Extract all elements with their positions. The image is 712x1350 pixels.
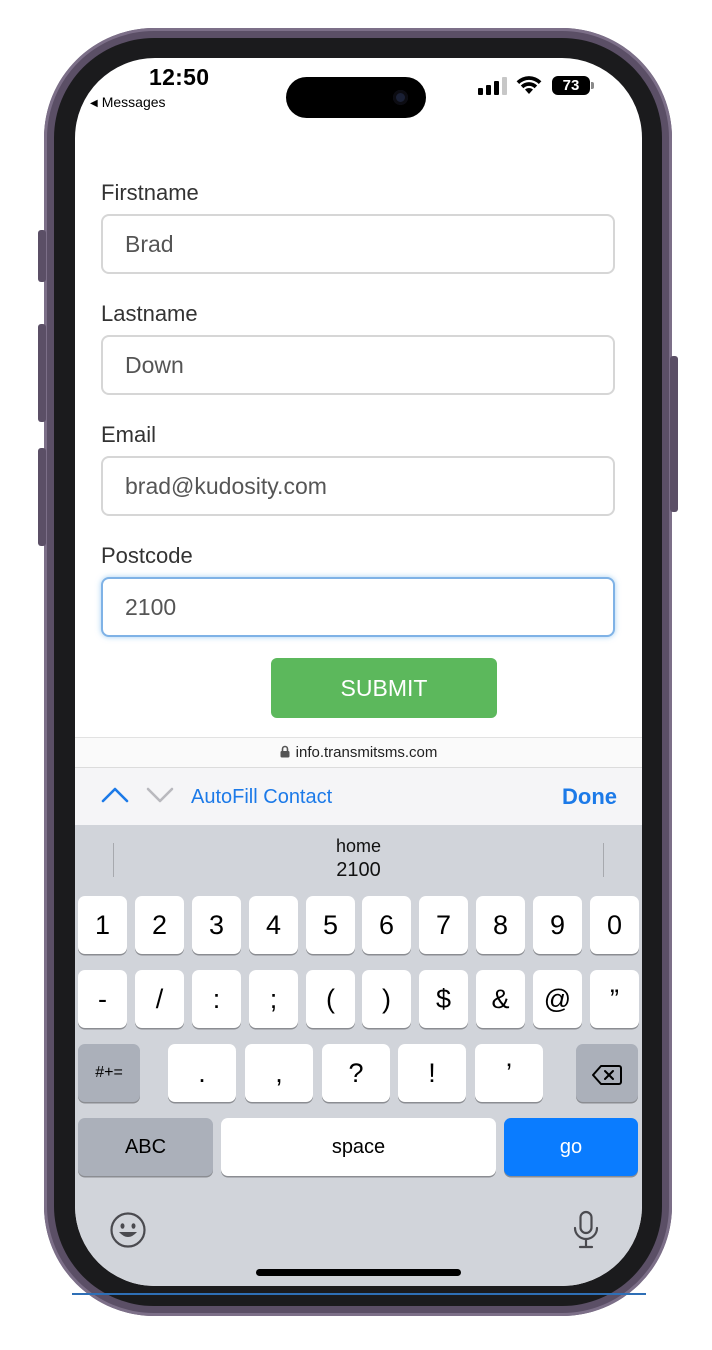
key-abc[interactable]: ABC bbox=[78, 1118, 213, 1176]
emoji-icon[interactable] bbox=[109, 1211, 147, 1249]
space-key[interactable]: space bbox=[221, 1118, 496, 1176]
key-1[interactable]: 1 bbox=[78, 896, 127, 954]
key-apostrophe[interactable]: ’ bbox=[475, 1044, 543, 1102]
keyboard-accessory-bar: AutoFill Contact Done bbox=[75, 767, 642, 826]
key-8[interactable]: 8 bbox=[476, 896, 525, 954]
chevron-down-icon[interactable] bbox=[146, 786, 174, 804]
key-open-paren[interactable]: ( bbox=[306, 970, 355, 1028]
battery-cap bbox=[591, 82, 594, 89]
back-to-messages-link[interactable]: ◀ Messages bbox=[90, 94, 166, 110]
key-hyphen[interactable]: - bbox=[78, 970, 127, 1028]
firstname-input[interactable]: Brad bbox=[101, 214, 615, 274]
lock-icon bbox=[280, 745, 290, 758]
key-9[interactable]: 9 bbox=[533, 896, 582, 954]
wifi-icon bbox=[516, 76, 542, 94]
key-0[interactable]: 0 bbox=[590, 896, 639, 954]
battery-icon: 73 bbox=[552, 76, 590, 95]
back-triangle-icon: ◀ bbox=[90, 98, 98, 109]
dynamic-island bbox=[286, 77, 426, 118]
front-camera bbox=[393, 90, 408, 105]
action-button bbox=[38, 230, 46, 282]
power-button bbox=[670, 356, 678, 512]
suggestion-value: 2100 bbox=[336, 859, 381, 881]
key-colon[interactable]: : bbox=[192, 970, 241, 1028]
done-button[interactable]: Done bbox=[562, 784, 617, 810]
back-label: Messages bbox=[101, 94, 166, 110]
postcode-label: Postcode bbox=[101, 543, 193, 568]
key-7[interactable]: 7 bbox=[419, 896, 468, 954]
key-slash[interactable]: / bbox=[135, 970, 184, 1028]
key-symbols[interactable]: #+= bbox=[78, 1044, 140, 1102]
key-exclamation[interactable]: ! bbox=[398, 1044, 466, 1102]
suggestion-title: home bbox=[335, 836, 382, 856]
key-semicolon[interactable]: ; bbox=[249, 970, 298, 1028]
key-ampersand[interactable]: & bbox=[476, 970, 525, 1028]
autofill-suggestion-bar: home 2100 bbox=[75, 825, 642, 891]
key-close-paren[interactable]: ) bbox=[362, 970, 411, 1028]
url-domain: info.transmitsms.com bbox=[295, 744, 438, 761]
key-comma[interactable]: , bbox=[245, 1044, 313, 1102]
autofill-contact-button[interactable]: AutoFill Contact bbox=[191, 786, 332, 809]
url-bar[interactable]: info.transmitsms.com bbox=[75, 737, 642, 768]
email-input[interactable]: brad@kudosity.com bbox=[101, 456, 615, 516]
key-at[interactable]: @ bbox=[533, 970, 582, 1028]
key-6[interactable]: 6 bbox=[362, 896, 411, 954]
key-3[interactable]: 3 bbox=[192, 896, 241, 954]
lastname-label: Lastname bbox=[101, 301, 198, 326]
email-label: Email bbox=[101, 422, 157, 447]
backspace-key[interactable] bbox=[576, 1044, 638, 1102]
phone-screen: 12:50 ◀ Messages 73 Firstname Brad Lastna… bbox=[75, 58, 642, 1286]
cellular-signal-icon bbox=[478, 77, 508, 95]
key-question[interactable]: ? bbox=[322, 1044, 390, 1102]
volume-down-button bbox=[38, 448, 46, 546]
key-5[interactable]: 5 bbox=[306, 896, 355, 954]
volume-up-button bbox=[38, 324, 46, 422]
lastname-input[interactable]: Down bbox=[101, 335, 615, 395]
go-key[interactable]: go bbox=[504, 1118, 638, 1176]
home-indicator[interactable] bbox=[256, 1269, 461, 1276]
status-time: 12:50 bbox=[149, 64, 210, 90]
decorative-underline bbox=[72, 1293, 646, 1295]
numeric-keyboard: home 2100 1 2 3 4 5 6 7 8 9 0 - / : ; ( … bbox=[75, 825, 642, 1286]
firstname-label: Firstname bbox=[101, 180, 199, 205]
key-quote[interactable]: ” bbox=[590, 970, 639, 1028]
key-2[interactable]: 2 bbox=[135, 896, 184, 954]
backspace-icon bbox=[592, 1064, 622, 1085]
submit-button[interactable]: SUBMIT bbox=[271, 658, 497, 718]
status-bar: 12:50 ◀ Messages 73 bbox=[75, 58, 642, 128]
key-period[interactable]: . bbox=[168, 1044, 236, 1102]
chevron-up-icon[interactable] bbox=[101, 786, 129, 804]
microphone-icon[interactable] bbox=[572, 1210, 600, 1250]
postcode-input[interactable]: 2100 bbox=[101, 577, 615, 637]
key-4[interactable]: 4 bbox=[249, 896, 298, 954]
key-dollar[interactable]: $ bbox=[419, 970, 468, 1028]
